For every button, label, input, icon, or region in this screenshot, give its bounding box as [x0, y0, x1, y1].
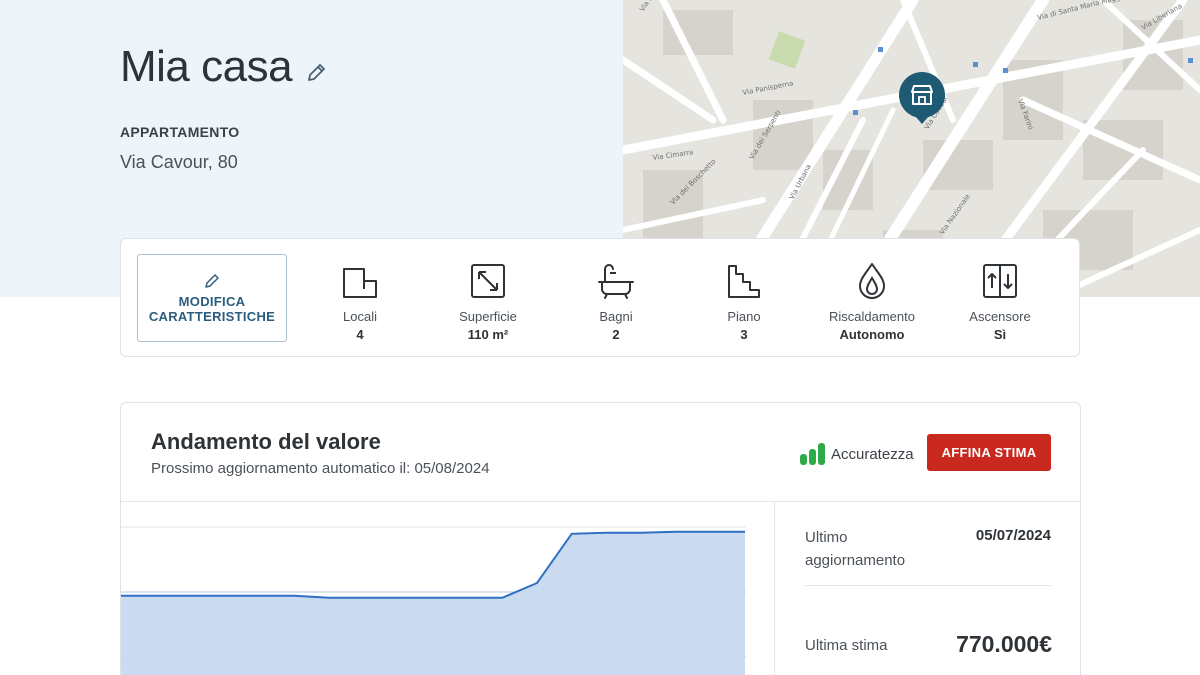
feature-floor-value: 3 — [740, 327, 748, 342]
feature-floor: Piano 3 — [679, 261, 809, 342]
feature-rooms: Locali 4 — [295, 261, 425, 342]
feature-area: Superficie 110 m² — [423, 261, 553, 342]
feature-bathrooms: Bagni 2 — [551, 261, 681, 342]
feature-heating-value: Autonomo — [839, 327, 905, 342]
pencil-icon — [205, 274, 219, 288]
modify-features-button[interactable]: MODIFICA CARATTERISTICHE — [137, 254, 287, 342]
last-estimate-label: Ultima stima — [805, 637, 888, 654]
property-type: APPARTAMENTO — [120, 124, 240, 140]
value-trend-card: Andamento del valore Prossimo aggiorname… — [120, 402, 1081, 675]
heating-icon — [859, 263, 885, 299]
accuracy-indicator[interactable]: Accuratezza — [799, 442, 914, 466]
last-estimate-value: 770.000€ — [956, 631, 1052, 657]
feature-bathrooms-value: 2 — [612, 327, 620, 342]
value-area — [121, 531, 745, 675]
feature-rooms-value: 4 — [356, 327, 364, 342]
feature-floor-label: Piano — [727, 309, 761, 324]
last-update-value: 05/07/2024 — [975, 527, 1051, 544]
feature-bathrooms-label: Bagni — [599, 309, 633, 324]
page-title: Mia casa — [120, 42, 293, 91]
value-trend-subtitle: Prossimo aggiornamento automatico il: 05… — [151, 460, 490, 477]
value-trend-title: Andamento del valore — [151, 429, 381, 454]
rooms-icon — [343, 268, 377, 298]
feature-elevator: Ascensore Sì — [935, 261, 1065, 342]
accuracy-label: Accuratezza — [831, 445, 914, 463]
elevator-icon — [983, 264, 1017, 298]
bathtub-icon — [598, 264, 634, 299]
feature-heating-label: Riscaldamento — [829, 309, 915, 324]
features-card: MODIFICA CARATTERISTICHE Locali 4 Superf… — [120, 238, 1080, 357]
feature-elevator-label: Ascensore — [969, 309, 1031, 324]
refine-estimate-button[interactable]: AFFINA STIMA — [927, 434, 1051, 471]
feature-heating: Riscaldamento Autonomo — [807, 261, 937, 342]
signal-bars-icon — [800, 443, 825, 465]
last-update-label: Ultimo aggiornamento — [805, 529, 906, 569]
area-icon — [471, 264, 505, 298]
info-divider — [805, 585, 1051, 586]
card-vertical-divider — [774, 502, 775, 675]
edit-title-pencil-icon[interactable] — [305, 62, 327, 84]
stairs-icon — [728, 265, 760, 298]
value-chart[interactable] — [121, 502, 774, 675]
feature-area-label: Superficie — [459, 309, 517, 324]
feature-elevator-value: Sì — [993, 327, 1007, 342]
feature-rooms-label: Locali — [343, 309, 377, 324]
feature-area-value: 110 m² — [467, 327, 509, 342]
property-address: Via Cavour, 80 — [120, 152, 238, 172]
modify-features-label: MODIFICA CARATTERISTICHE — [148, 294, 276, 324]
